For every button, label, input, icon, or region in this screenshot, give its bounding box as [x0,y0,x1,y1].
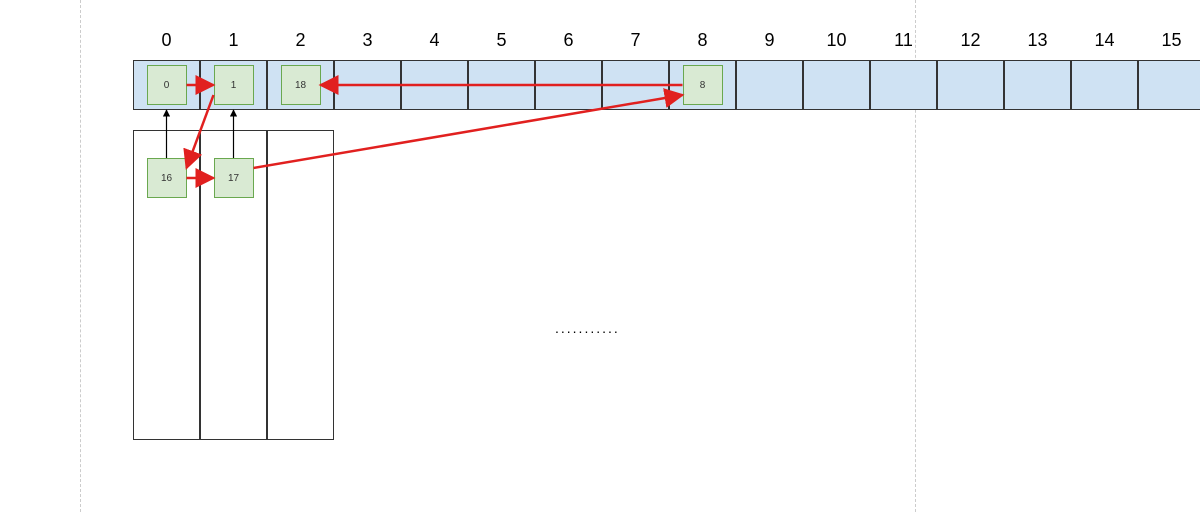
column-index: 8 [697,30,707,51]
diagram-stage: { "layout": { "originX": 133, "indexY": … [0,0,1200,512]
array-slot [535,60,602,110]
column-index: 13 [1027,30,1047,51]
column-index: 11 [894,30,913,51]
array-slot [1138,60,1200,110]
array-slot [1004,60,1071,110]
array-slot [602,60,669,110]
column-index: 4 [429,30,439,51]
array-slot [937,60,1004,110]
column-index: 1 [228,30,238,51]
array-slot [803,60,870,110]
column-index: 2 [295,30,305,51]
hash-node: 8 [683,65,723,105]
column-index: 9 [764,30,774,51]
ellipsis: ........... [555,320,620,336]
column-index: 3 [362,30,372,51]
column-index: 7 [630,30,640,51]
array-slot [1071,60,1138,110]
column-index: 0 [161,30,171,51]
array-slot [401,60,468,110]
column-index: 12 [960,30,980,51]
guide-line [80,0,81,512]
column-index: 5 [496,30,506,51]
array-slot [334,60,401,110]
chain-node: 17 [214,158,254,198]
column-index: 14 [1094,30,1114,51]
column-index: 15 [1161,30,1181,51]
hash-node: 0 [147,65,187,105]
column-index: 6 [563,30,573,51]
hash-node: 18 [281,65,321,105]
array-slot [736,60,803,110]
column-index: 10 [826,30,846,51]
chain-bucket [267,130,334,440]
array-slot [468,60,535,110]
hash-node: 1 [214,65,254,105]
array-slot [870,60,937,110]
chain-node: 16 [147,158,187,198]
